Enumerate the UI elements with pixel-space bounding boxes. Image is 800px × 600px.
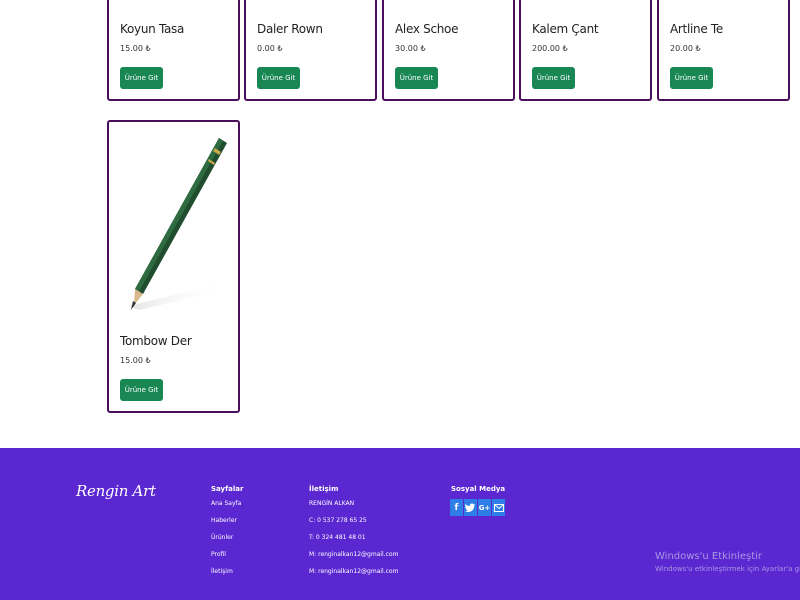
footer-link-products[interactable]: Ürünler: [211, 534, 233, 541]
contact-name: RENGİN ALKAN: [309, 500, 355, 507]
footer-link-profile[interactable]: Profil: [211, 551, 226, 558]
go-to-product-button[interactable]: Ürüne Git: [257, 67, 300, 89]
product-card[interactable]: Koyun Tasa 15.00 ₺ Ürüne Git: [107, 0, 240, 101]
product-card[interactable]: Kalem Çant 200.00 ₺ Ürüne Git: [519, 0, 652, 101]
social-column-title: Sosyal Medya: [451, 485, 506, 493]
product-name[interactable]: Daler Rown: [257, 22, 323, 36]
windows-activation-subtitle: Windows'u etkinleştirmek için Ayarlar'a …: [655, 565, 800, 573]
facebook-icon[interactable]: f: [450, 499, 463, 516]
product-name[interactable]: Kalem Çant: [532, 22, 599, 36]
product-name[interactable]: Tombow Der: [120, 334, 192, 348]
product-card[interactable]: Daler Rown 0.00 ₺ Ürüne Git: [244, 0, 377, 101]
windows-activation-watermark: Windows'u Etkinleştir Windows'u etkinleş…: [655, 551, 800, 573]
contact-column-title: İletişim: [309, 485, 339, 493]
social-icons: f G+: [450, 499, 505, 516]
product-name[interactable]: Alex Schoe: [395, 22, 458, 36]
footer-brand-logo[interactable]: Rengin Art: [76, 482, 156, 500]
product-price: 0.00 ₺: [257, 44, 283, 53]
product-grid: Koyun Tasa 15.00 ₺ Ürüne Git Daler Rown …: [0, 0, 800, 448]
product-price: 15.00 ₺: [120, 44, 151, 53]
product-price: 200.00 ₺: [532, 44, 568, 53]
contact-email: M: renginalkan12@gmail.com: [309, 568, 399, 575]
footer: Rengin Art Sayfalar Ana Sayfa Haberler Ü…: [0, 448, 800, 600]
twitter-icon[interactable]: [464, 499, 477, 516]
go-to-product-button[interactable]: Ürüne Git: [670, 67, 713, 89]
go-to-product-button[interactable]: Ürüne Git: [395, 67, 438, 89]
footer-link-news[interactable]: Haberler: [211, 517, 237, 524]
contact-email: M: renginalkan12@gmail.com: [309, 551, 399, 558]
product-name[interactable]: Artline Te: [670, 22, 723, 36]
product-price: 15.00 ₺: [120, 356, 151, 365]
product-card[interactable]: Tombow Der 15.00 ₺ Ürüne Git: [107, 120, 240, 413]
go-to-product-button[interactable]: Ürüne Git: [532, 67, 575, 89]
product-price: 30.00 ₺: [395, 44, 426, 53]
product-card[interactable]: Artline Te 20.00 ₺ Ürüne Git: [657, 0, 790, 101]
footer-link-home[interactable]: Ana Sayfa: [211, 500, 241, 507]
go-to-product-button[interactable]: Ürüne Git: [120, 379, 163, 401]
google-plus-icon[interactable]: G+: [478, 499, 491, 516]
product-price: 20.00 ₺: [670, 44, 701, 53]
pencil-image: [129, 138, 227, 310]
go-to-product-button[interactable]: Ürüne Git: [120, 67, 163, 89]
mail-icon[interactable]: [492, 499, 505, 516]
pages-column-title: Sayfalar: [211, 485, 244, 493]
product-card[interactable]: Alex Schoe 30.00 ₺ Ürüne Git: [382, 0, 515, 101]
contact-phone: T: 0 324 481 48 01: [309, 534, 366, 541]
windows-activation-title: Windows'u Etkinleştir: [655, 551, 763, 562]
pencil-product-image[interactable]: [117, 134, 232, 314]
product-name[interactable]: Koyun Tasa: [120, 22, 184, 36]
footer-link-contact[interactable]: İletişim: [211, 568, 233, 575]
contact-mobile: C: 0 537 278 65 25: [309, 517, 367, 524]
